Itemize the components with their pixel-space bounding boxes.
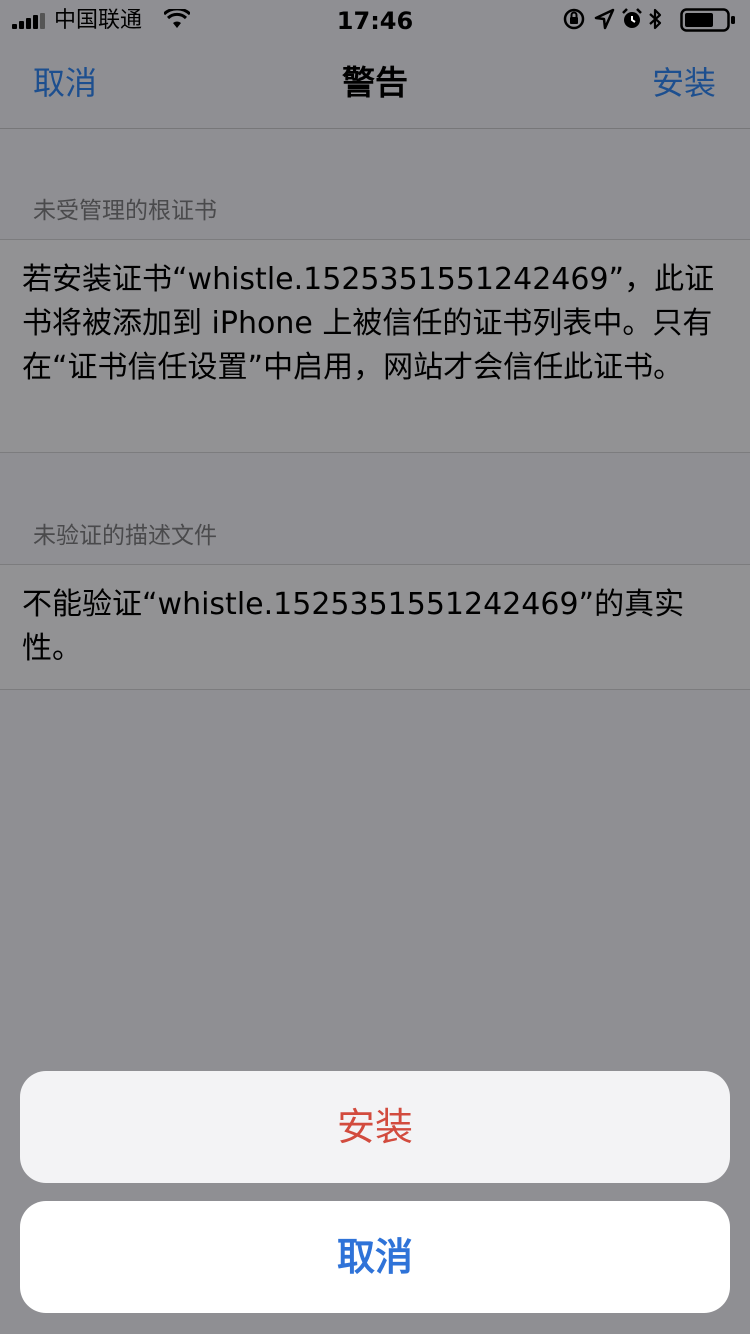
section-header-root-certificate: 未受管理的根证书: [33, 198, 217, 224]
install-nav-button[interactable]: 安装: [652, 60, 716, 106]
unverified-profile-text: 不能验证“whistle.1525351551242469”的真实性。: [22, 587, 685, 666]
page-title: 警告: [342, 63, 408, 102]
location-icon: [594, 8, 615, 30]
orientation-lock-icon: [563, 8, 585, 30]
bluetooth-icon: [649, 8, 662, 30]
alarm-icon: [622, 8, 642, 28]
root-certificate-warning-text: 若安装证书“whistle.1525351551242469”，此证书将被添加到…: [22, 262, 715, 385]
unverified-profile-cell: 不能验证“whistle.1525351551242469”的真实性。: [0, 564, 750, 690]
install-button[interactable]: 安装: [20, 1071, 730, 1183]
section-header-unverified-profile: 未验证的描述文件: [33, 523, 217, 549]
root-certificate-cell: 若安装证书“whistle.1525351551242469”，此证书将被添加到…: [0, 239, 750, 453]
navigation-bar: 取消 警告 安装: [0, 40, 750, 129]
cancel-button[interactable]: 取消: [20, 1201, 730, 1313]
status-bar: 中国联通 17:46: [0, 0, 750, 40]
battery-icon: [680, 8, 735, 32]
